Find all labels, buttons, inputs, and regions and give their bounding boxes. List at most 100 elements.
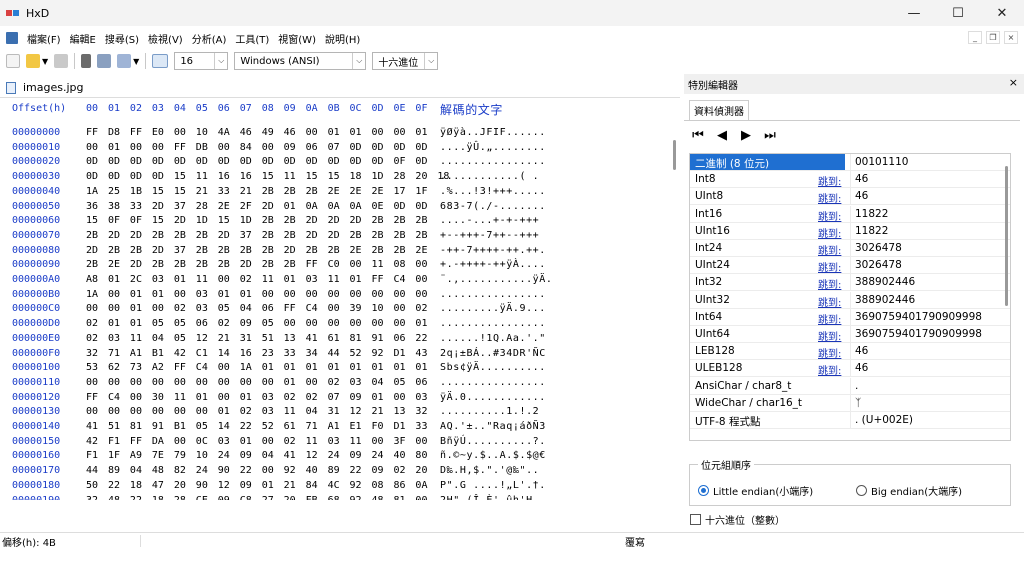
inspector-row[interactable]: Int32 跳到: 388902446 bbox=[690, 274, 1010, 292]
big-endian-radio[interactable]: Big endian(大端序) bbox=[856, 483, 962, 498]
menu-analysis[interactable]: 分析(A) bbox=[192, 31, 227, 46]
hex-row[interactable]: 000000A0 A8 01 2C 03 01 11 00 02 11 01 03… bbox=[0, 274, 668, 289]
row-decoded-text[interactable]: 2q¡±BÁ..#34DR'ÑC bbox=[440, 348, 546, 359]
inspector-row[interactable]: AnsiChar / char8_t. bbox=[690, 377, 1010, 395]
row-decoded-text[interactable]: ñ.©~y.$..A.$.$@€ bbox=[440, 450, 546, 461]
row-hex-bytes[interactable]: FF D8 FF E0 00 10 4A 46 49 46 00 01 01 0… bbox=[86, 127, 427, 138]
jump-to-link[interactable]: 跳到: bbox=[818, 208, 841, 223]
hex-integer-checkbox-row[interactable]: 十六進位（整數） bbox=[690, 512, 785, 527]
jump-to-link[interactable]: 跳到: bbox=[818, 328, 841, 343]
hex-row[interactable]: 000000C0 00 00 01 00 02 03 05 04 06 FF C4… bbox=[0, 303, 668, 318]
hex-row[interactable]: 00000100 53 62 73 A2 FF C4 00 1A 01 01 01… bbox=[0, 362, 668, 377]
hex-row[interactable]: 00000180 50 22 18 47 20 90 12 09 01 21 84… bbox=[0, 480, 668, 495]
hex-row[interactable]: 000000F0 32 71 A1 B1 42 C1 14 16 23 33 34… bbox=[0, 348, 668, 363]
menu-file[interactable]: 檔案(F) bbox=[27, 31, 61, 46]
hex-row[interactable]: 000000B0 1A 00 01 01 00 03 01 01 00 00 00… bbox=[0, 289, 668, 304]
jump-to-link[interactable]: 跳到: bbox=[818, 345, 841, 360]
previous-icon[interactable]: ◀ bbox=[716, 128, 728, 143]
inspector-value[interactable]: . (U+002E) bbox=[850, 412, 1010, 428]
inspector-value[interactable]: ᛉ bbox=[850, 394, 1010, 411]
inspector-row[interactable]: UTF-8 程式點 . (U+002E) bbox=[690, 412, 1010, 429]
row-hex-bytes[interactable]: 36 38 33 2D 37 28 2E 2F 2D 01 0A 0A 0A 0… bbox=[86, 201, 427, 212]
jump-to-link[interactable]: 跳到: bbox=[818, 190, 841, 205]
jump-to-link[interactable]: 跳到: bbox=[818, 173, 841, 188]
menu-view[interactable]: 檢視(V) bbox=[148, 31, 183, 46]
hex-row[interactable]: 00000000 FF D8 FF E0 00 10 4A 46 49 46 00… bbox=[0, 127, 668, 142]
inspector-value[interactable]: 11822 bbox=[850, 205, 1010, 222]
hex-row[interactable]: 00000160 F1 1F A9 7E 79 10 24 09 04 41 12… bbox=[0, 450, 668, 465]
hex-row[interactable]: 00000140 41 51 81 91 B1 05 14 22 52 61 71… bbox=[0, 421, 668, 436]
hex-row[interactable]: 00000130 00 00 00 00 00 00 01 02 03 11 04… bbox=[0, 406, 668, 421]
row-decoded-text[interactable]: ................ bbox=[440, 289, 546, 300]
hex-row[interactable]: 00000170 44 89 04 48 82 24 90 22 00 92 40… bbox=[0, 465, 668, 480]
ram-editor-icon[interactable] bbox=[81, 54, 92, 68]
status-overwrite-mode[interactable]: 覆寫 bbox=[625, 534, 645, 549]
hex-editor-view[interactable]: Offset(h) 00 01 02 03 04 05 06 07 08 09 … bbox=[0, 100, 668, 500]
inspector-row[interactable]: 二進制 (8 位元) 00101110 bbox=[690, 154, 1010, 171]
row-decoded-text[interactable]: ................ bbox=[440, 377, 546, 388]
menu-help[interactable]: 說明(H) bbox=[325, 31, 360, 46]
row-hex-bytes[interactable]: 1A 25 1B 15 15 21 33 21 2B 2B 2B 2E 2E 2… bbox=[86, 186, 427, 197]
inspector-value[interactable]: 46 bbox=[850, 171, 1010, 188]
hex-row[interactable]: 00000070 2B 2D 2D 2B 2B 2B 2D 37 2B 2B 2D… bbox=[0, 230, 668, 245]
hex-row[interactable]: 00000020 0D 0D 0D 0D 0D 0D 0D 0D 0D 0D 0D… bbox=[0, 156, 668, 171]
new-file-icon[interactable] bbox=[6, 54, 20, 68]
chevron-down-icon[interactable]: ⌵ bbox=[352, 53, 365, 69]
mdi-minimize-button[interactable]: _ bbox=[968, 31, 982, 44]
row-decoded-text[interactable]: D‰.H‚$.".'@‰".. bbox=[440, 465, 546, 476]
row-hex-bytes[interactable]: A8 01 2C 03 01 11 00 02 11 01 03 11 01 F… bbox=[86, 274, 427, 285]
row-decoded-text[interactable]: ..........1.!.2 bbox=[440, 406, 539, 417]
row-decoded-text[interactable]: 2H".(Î.È' ûh'H.. bbox=[440, 495, 546, 501]
hex-row[interactable]: 000000D0 02 01 01 05 05 06 02 09 05 00 00… bbox=[0, 318, 668, 333]
row-decoded-text[interactable]: +--+++-7++--+++ bbox=[440, 230, 539, 241]
inspector-value[interactable]: 00101110 bbox=[850, 154, 1010, 170]
row-decoded-text[interactable]: +.-++++-++ÿÀ.... bbox=[440, 259, 546, 270]
hex-row[interactable]: 00000060 15 0F 0F 15 2D 1D 15 1D 2B 2B 2D… bbox=[0, 215, 668, 230]
editor-dropdown-icon[interactable]: ▼ bbox=[133, 57, 139, 66]
menu-window[interactable]: 視窗(W) bbox=[278, 31, 316, 46]
inspector-value[interactable]: 46 bbox=[850, 343, 1010, 360]
row-hex-bytes[interactable]: 44 89 04 48 82 24 90 22 00 92 40 89 22 0… bbox=[86, 465, 427, 476]
jump-to-link[interactable]: 跳到: bbox=[818, 294, 841, 309]
row-hex-bytes[interactable]: 32 71 A1 B1 42 C1 14 16 23 33 34 44 52 9… bbox=[86, 348, 427, 359]
inspector-row[interactable]: Int64 跳到: 3690759401790909998 bbox=[690, 308, 1010, 326]
inspector-value[interactable]: 388902446 bbox=[850, 274, 1010, 291]
inspector-value[interactable]: 3690759401790909998 bbox=[850, 326, 1010, 342]
jump-to-link[interactable]: 跳到: bbox=[818, 242, 841, 257]
row-hex-bytes[interactable]: FF C4 00 30 11 01 00 01 03 02 02 07 09 0… bbox=[86, 392, 427, 403]
hex-row[interactable]: 00000150 42 F1 FF DA 00 0C 03 01 00 02 11… bbox=[0, 436, 668, 451]
row-hex-bytes[interactable]: 50 22 18 47 20 90 12 09 01 21 84 4C 92 0… bbox=[86, 480, 427, 491]
menu-tools[interactable]: 工具(T) bbox=[235, 31, 269, 46]
panel-close-icon[interactable]: × bbox=[1009, 76, 1018, 89]
inspector-row[interactable]: Int16 跳到: 11822 bbox=[690, 205, 1010, 223]
row-decoded-text[interactable]: .%...!3!+++..... bbox=[440, 186, 546, 197]
inspector-value[interactable]: 11822 bbox=[850, 222, 1010, 239]
hex-row[interactable]: 00000080 2D 2B 2B 2D 37 2B 2B 2B 2B 2D 2B… bbox=[0, 245, 668, 260]
jump-to-link[interactable]: 跳到: bbox=[818, 362, 841, 377]
row-hex-bytes[interactable]: 2B 2E 2D 2B 2B 2B 2B 2D 2B 2B FF C0 00 1… bbox=[86, 259, 427, 270]
inspector-value[interactable]: 388902446 bbox=[850, 291, 1010, 308]
open-folder-icon[interactable] bbox=[26, 54, 40, 68]
row-hex-bytes[interactable]: 02 01 01 05 05 06 02 09 05 00 00 00 00 0… bbox=[86, 318, 427, 329]
jump-to-link[interactable]: 跳到: bbox=[818, 311, 841, 326]
inspector-scrollbar[interactable] bbox=[1005, 166, 1008, 306]
row-hex-bytes[interactable]: 42 F1 FF DA 00 0C 03 01 00 02 11 03 11 0… bbox=[86, 436, 427, 447]
row-hex-bytes[interactable]: 53 62 73 A2 FF C4 00 1A 01 01 01 01 01 0… bbox=[86, 362, 427, 373]
jump-to-link[interactable]: 跳到: bbox=[818, 276, 841, 291]
document-menu-icon[interactable] bbox=[6, 32, 18, 44]
mdi-close-button[interactable]: × bbox=[1004, 31, 1018, 44]
hex-row[interactable]: 00000040 1A 25 1B 15 15 21 33 21 2B 2B 2B… bbox=[0, 186, 668, 201]
row-decoded-text[interactable]: ÿØÿà..JFIF...... bbox=[440, 127, 546, 138]
row-decoded-text[interactable]: AQ.'±.."Raq¡áðÑ3 bbox=[440, 421, 546, 432]
close-button[interactable]: ✕ bbox=[980, 0, 1024, 26]
tab-data-inspector[interactable]: 資料偵測器 bbox=[689, 100, 749, 120]
hex-row[interactable]: 000000E0 02 03 11 04 05 12 21 31 51 13 41… bbox=[0, 333, 668, 348]
maximize-button[interactable]: ☐ bbox=[936, 0, 980, 26]
inspector-row[interactable]: UInt32 跳到: 388902446 bbox=[690, 291, 1010, 309]
inspector-value[interactable]: 46 bbox=[850, 188, 1010, 205]
row-decoded-text[interactable]: -++-7++++-++.++. bbox=[440, 245, 546, 256]
row-decoded-text[interactable]: ¨.,...........ÿÄ. bbox=[440, 274, 553, 285]
row-hex-bytes[interactable]: 32 48 22 18 28 CE 09 C8 27 20 FB 68 92 4… bbox=[86, 495, 427, 501]
menu-edit[interactable]: 編輯E bbox=[70, 31, 96, 46]
row-hex-bytes[interactable]: 00 00 01 00 02 03 05 04 06 FF C4 00 39 1… bbox=[86, 303, 427, 314]
